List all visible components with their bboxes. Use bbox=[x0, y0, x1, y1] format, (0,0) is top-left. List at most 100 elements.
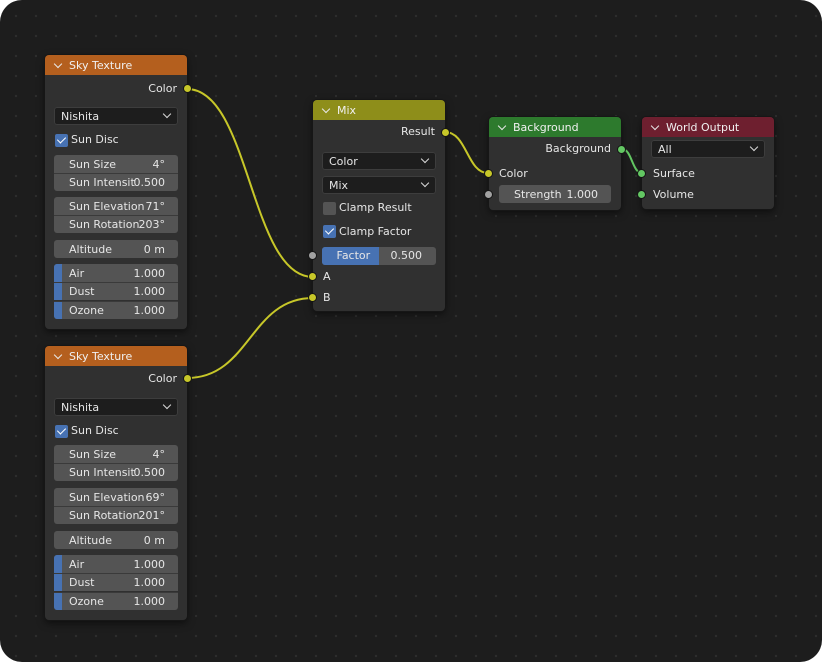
sun-intensity-field[interactable]: Sun Intensit 0.500 bbox=[54, 463, 178, 481]
world-output-node[interactable]: World Output All Surface Volume bbox=[638, 117, 774, 209]
output-result-socket[interactable] bbox=[442, 129, 449, 136]
strength-label: Strength bbox=[514, 187, 562, 201]
data-type-dropdown[interactable]: Color bbox=[322, 152, 436, 170]
output-color-socket[interactable] bbox=[184, 375, 191, 382]
air-field[interactable]: Air 1.000 bbox=[54, 264, 178, 282]
input-volume-socket[interactable] bbox=[638, 191, 645, 198]
sun-disc-checkbox[interactable] bbox=[55, 134, 68, 147]
input-volume-label: Volume bbox=[653, 188, 694, 201]
sun-rotation-label: Sun Rotation bbox=[69, 218, 140, 231]
air-label: Air bbox=[69, 266, 85, 280]
target-value: All bbox=[658, 142, 672, 156]
sky-texture-node-1-header[interactable]: Sky Texture bbox=[45, 55, 187, 75]
input-b-socket[interactable] bbox=[309, 294, 316, 301]
node-editor-canvas[interactable]: Sky Texture Color Nishita Sun Disc Sun S… bbox=[0, 0, 822, 662]
air-fill-bar bbox=[54, 264, 62, 282]
output-result-label: Result bbox=[401, 125, 435, 138]
output-color-label: Color bbox=[148, 82, 177, 95]
altitude-field[interactable]: Altitude 0 m bbox=[54, 240, 178, 258]
output-color-socket[interactable] bbox=[184, 85, 191, 92]
strength-field[interactable]: Strength 1.000 bbox=[499, 185, 611, 203]
ozone-field[interactable]: Ozone 1.000 bbox=[54, 301, 178, 319]
sun-rotation-field[interactable]: Sun Rotation 201° bbox=[54, 506, 178, 524]
blend-mode-dropdown[interactable]: Mix bbox=[322, 176, 436, 194]
dust-label: Dust bbox=[69, 576, 95, 589]
ozone-field[interactable]: Ozone 1.000 bbox=[54, 592, 178, 610]
link-mix-to-background-color[interactable] bbox=[444, 131, 489, 174]
data-type-value: Color bbox=[329, 154, 358, 168]
air-field[interactable]: Air 1.000 bbox=[54, 555, 178, 573]
altitude-field[interactable]: Altitude 0 m bbox=[54, 531, 178, 549]
sun-elevation-label: Sun Elevation bbox=[69, 490, 145, 504]
sky-texture-node-1[interactable]: Sky Texture Color Nishita Sun Disc Sun S… bbox=[45, 55, 191, 329]
input-surface-socket[interactable] bbox=[638, 170, 645, 177]
sun-disc-label: Sun Disc bbox=[71, 133, 119, 146]
background-node-header[interactable]: Background bbox=[489, 117, 621, 137]
sun-size-field[interactable]: Sun Size 4° bbox=[54, 155, 178, 173]
input-a-label: A bbox=[323, 270, 331, 283]
sky-type-value: Nishita bbox=[61, 109, 100, 123]
clamp-factor-checkbox[interactable] bbox=[323, 225, 336, 238]
sky-type-dropdown[interactable]: Nishita bbox=[54, 398, 178, 416]
collapse-chevron-icon[interactable] bbox=[650, 122, 661, 133]
dust-field[interactable]: Dust 1.000 bbox=[54, 573, 178, 591]
dust-field[interactable]: Dust 1.000 bbox=[54, 282, 178, 300]
sky-texture-node-2[interactable]: Sky Texture Color Nishita Sun Disc Sun S… bbox=[45, 346, 191, 620]
sun-elevation-value: 71° bbox=[145, 199, 166, 213]
factor-label: Factor bbox=[336, 249, 371, 262]
mix-node-header[interactable]: Mix bbox=[313, 100, 445, 120]
target-dropdown[interactable]: All bbox=[651, 140, 765, 158]
sun-elevation-field[interactable]: Sun Elevation 71° bbox=[54, 197, 178, 215]
sky-type-value: Nishita bbox=[61, 400, 100, 414]
link-sky2-to-mix-b[interactable] bbox=[186, 297, 314, 379]
output-background-socket[interactable] bbox=[618, 146, 625, 153]
ozone-label: Ozone bbox=[69, 304, 104, 317]
chevron-down-icon bbox=[162, 400, 172, 410]
input-factor-socket[interactable] bbox=[309, 252, 316, 259]
ozone-fill-bar bbox=[54, 593, 62, 610]
clamp-result-checkbox[interactable] bbox=[323, 202, 336, 215]
collapse-chevron-icon[interactable] bbox=[321, 105, 332, 116]
sun-elevation-field[interactable]: Sun Elevation 69° bbox=[54, 488, 178, 506]
air-label: Air bbox=[69, 557, 85, 571]
sun-rotation-field[interactable]: Sun Rotation 203° bbox=[54, 215, 178, 233]
sun-rotation-label: Sun Rotation bbox=[69, 509, 140, 522]
world-output-node-header[interactable]: World Output bbox=[642, 117, 774, 137]
collapse-chevron-icon[interactable] bbox=[497, 122, 508, 133]
factor-slider[interactable]: Factor 0.500 bbox=[322, 247, 436, 265]
output-background-label: Background bbox=[545, 142, 611, 155]
sun-size-field[interactable]: Sun Size 4° bbox=[54, 445, 178, 463]
sun-intensity-value: 0.500 bbox=[133, 466, 166, 479]
chevron-down-icon bbox=[162, 109, 172, 119]
clamp-result-label: Clamp Result bbox=[339, 201, 412, 214]
sky-texture-node-2-header[interactable]: Sky Texture bbox=[45, 346, 187, 366]
sun-disc-checkbox[interactable] bbox=[55, 425, 68, 438]
dust-fill-bar bbox=[54, 574, 62, 591]
sun-intensity-field[interactable]: Sun Intensit 0.500 bbox=[54, 173, 178, 191]
altitude-value: 0 m bbox=[143, 533, 165, 547]
altitude-label: Altitude bbox=[69, 533, 112, 547]
input-a-socket[interactable] bbox=[309, 273, 316, 280]
clamp-factor-label: Clamp Factor bbox=[339, 225, 412, 238]
strength-value: 1.000 bbox=[566, 187, 599, 201]
sky-type-dropdown[interactable]: Nishita bbox=[54, 107, 178, 125]
background-node[interactable]: Background Background Color Strength 1.0… bbox=[485, 117, 625, 210]
air-value: 1.000 bbox=[133, 557, 166, 571]
air-value: 1.000 bbox=[133, 266, 166, 280]
input-color-socket[interactable] bbox=[485, 170, 492, 177]
chevron-down-icon bbox=[749, 142, 759, 152]
collapse-chevron-icon[interactable] bbox=[53, 60, 64, 71]
dust-value: 1.000 bbox=[133, 285, 166, 298]
collapse-chevron-icon[interactable] bbox=[53, 351, 64, 362]
dust-value: 1.000 bbox=[133, 576, 166, 589]
chevron-down-icon bbox=[420, 154, 430, 164]
mix-node[interactable]: Mix Result Color Mix Clamp Result Clamp … bbox=[309, 100, 449, 311]
sun-intensity-label: Sun Intensit bbox=[69, 466, 135, 479]
factor-value: 0.500 bbox=[390, 249, 423, 262]
altitude-label: Altitude bbox=[69, 242, 112, 256]
link-sky1-to-mix-a[interactable] bbox=[186, 88, 314, 278]
input-color-label: Color bbox=[499, 167, 528, 180]
ozone-fill-bar bbox=[54, 302, 62, 319]
node-title: Sky Texture bbox=[69, 349, 133, 363]
input-strength-socket[interactable] bbox=[485, 191, 492, 198]
